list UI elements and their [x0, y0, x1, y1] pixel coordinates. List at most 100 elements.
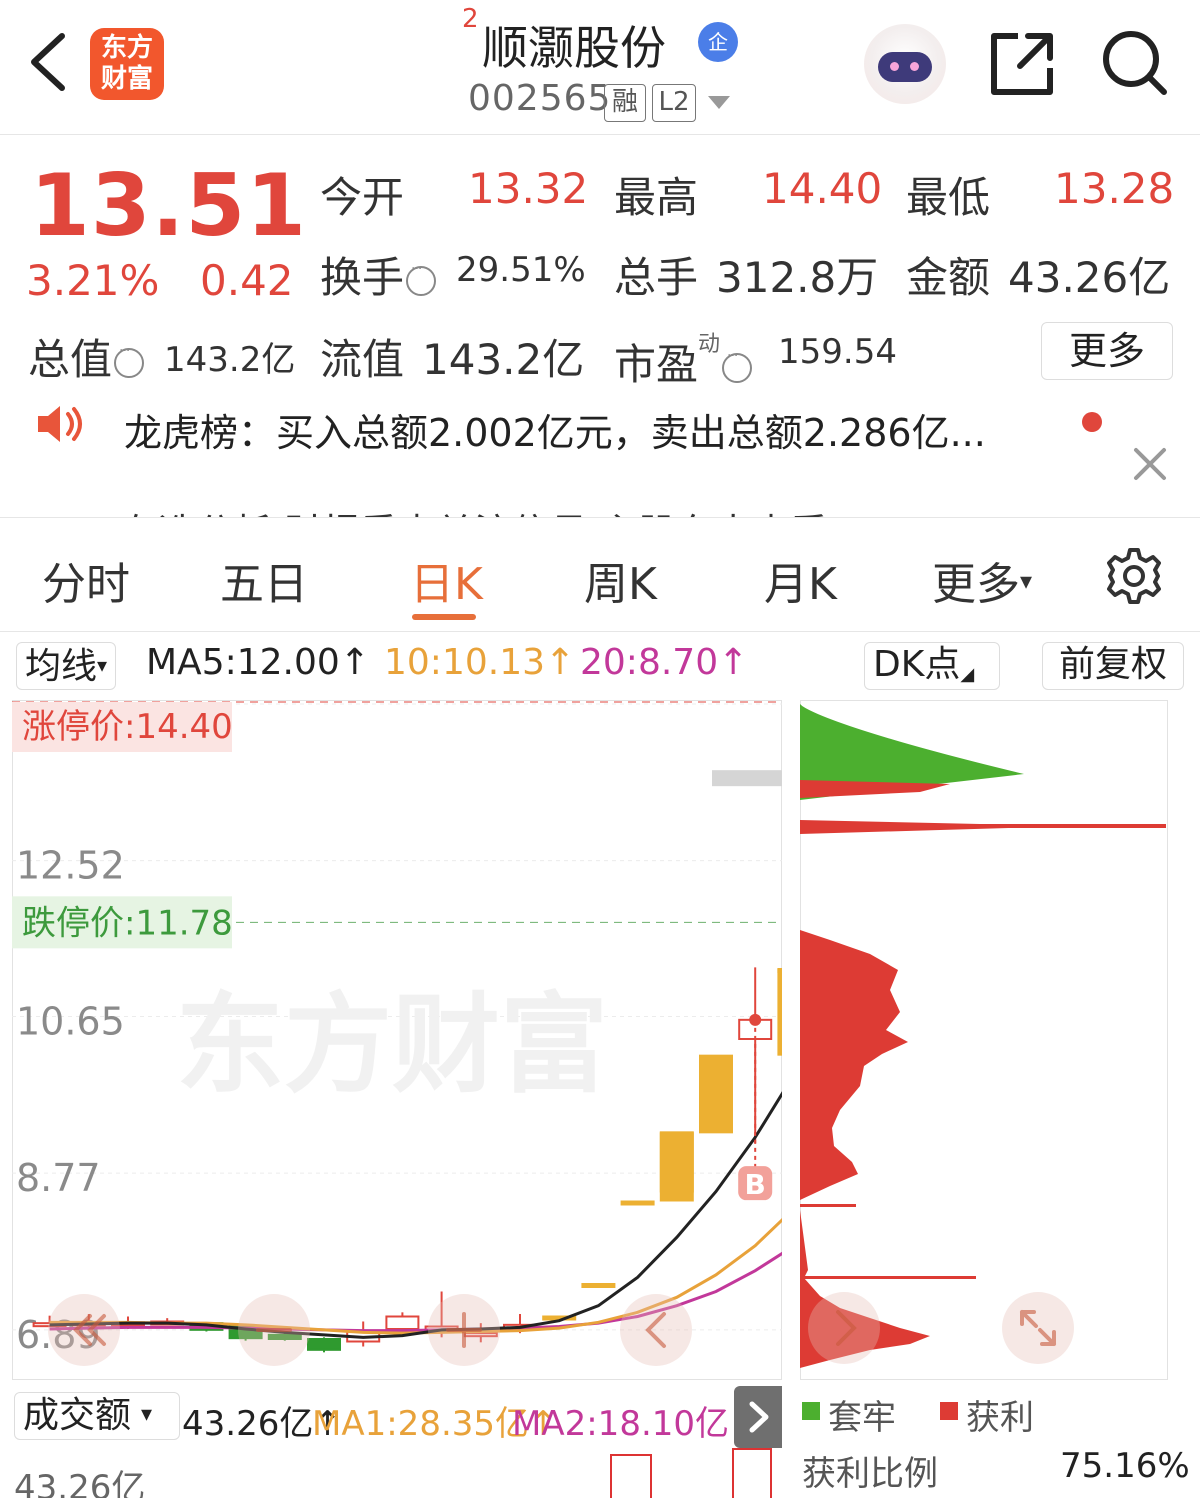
gear-icon[interactable]	[1104, 546, 1164, 606]
news-peek: 在选分析 财报重点关注信号 主股东大事看	[120, 502, 828, 517]
low-label: 最低	[906, 173, 991, 222]
y-tick-label: 8.77	[16, 1156, 101, 1200]
unread-dot	[1082, 412, 1102, 432]
scroll-right-icon[interactable]	[808, 1292, 880, 1364]
info-icon[interactable]	[114, 343, 145, 378]
profit-peak-line	[800, 1276, 976, 1279]
profit-ratio-label: 获利比例	[802, 1454, 938, 1494]
legend-trapped-swatch	[802, 1402, 820, 1420]
chevron-right-icon	[749, 1401, 769, 1433]
info-icon[interactable]	[406, 261, 437, 296]
candle-body	[699, 1055, 733, 1133]
news-headline[interactable]: 龙虎榜：买入总额2.002亿元，卖出总额2.286亿...	[124, 406, 986, 457]
candle-body	[777, 969, 812, 1056]
dk-point-label: DK点	[873, 644, 961, 685]
limit-down-label: 跌停价:11.78	[22, 903, 233, 943]
search-icon[interactable]	[1100, 28, 1170, 98]
ma-dropdown[interactable]: 均线▾	[16, 642, 117, 690]
chevron-left-icon-bg	[620, 1294, 692, 1366]
kline-chart[interactable]: 12.5210.658.776.89东方财富涨停价:14.40跌停价:11.78…	[12, 700, 890, 1380]
low-value: 13.28	[1054, 164, 1175, 213]
chevron-down-icon[interactable]	[708, 96, 730, 109]
enterprise-badge: 企	[698, 22, 738, 62]
mktcap-label-text: 总值	[28, 335, 113, 384]
level2-tag: L2	[652, 84, 696, 122]
profit-ratio-value: 75.16%	[1060, 1446, 1190, 1486]
buy-dot	[749, 1013, 762, 1026]
candle-body	[385, 1315, 420, 1330]
caret-down-icon: ▾	[141, 1402, 153, 1427]
expand-icon[interactable]	[1002, 1292, 1074, 1364]
more-button[interactable]: 更多	[1041, 322, 1173, 380]
volume-bar-item	[610, 1454, 652, 1498]
mktcap-label[interactable]: 总值	[28, 326, 145, 387]
volume-value: 312.8万	[716, 253, 879, 302]
turnover-value: 29.51%	[456, 250, 586, 290]
chip-distribution[interactable]	[800, 700, 1170, 1380]
dk-point-button[interactable]: DK点◢	[864, 642, 1000, 690]
profit-profile	[800, 928, 908, 1200]
stock-name: 顺灏股份	[482, 21, 666, 75]
ma-dropdown-label: 均线	[25, 646, 98, 687]
tab-weekly-k[interactable]: 周K	[584, 548, 657, 612]
profit-peak-line	[800, 1204, 856, 1207]
caret-down-icon: ▾	[97, 653, 108, 677]
zoom-out-icon[interactable]	[238, 1294, 310, 1366]
turnover-label[interactable]: 换手	[320, 244, 437, 305]
pe-sup: 动	[698, 332, 721, 357]
pe-label-text: 市盈	[614, 340, 699, 389]
robot-eye	[890, 62, 899, 71]
speaker-icon	[38, 406, 82, 442]
pe-label[interactable]: 市盈动	[614, 326, 753, 392]
stock-title[interactable]: 2 顺灏股份 企 002565 融 L2	[462, 4, 762, 129]
app-logo[interactable]: 东方财富	[90, 28, 164, 100]
buy-marker: B	[745, 1168, 766, 1201]
candle-body	[307, 1338, 341, 1351]
margin-tag: 融	[604, 84, 646, 122]
mktcap-value: 143.2亿	[164, 340, 296, 380]
current-price-band	[712, 770, 782, 787]
share-icon[interactable]	[988, 28, 1058, 98]
back-icon[interactable]	[26, 30, 70, 94]
caret-down-icon: ▾	[1020, 567, 1033, 595]
adjust-button[interactable]: 前复权	[1042, 642, 1184, 690]
expand-panel-button[interactable]	[734, 1386, 782, 1448]
watermark: 东方财富	[176, 983, 608, 1108]
tab-intraday[interactable]: 分时	[42, 548, 130, 612]
volume-axis-label: 43.26亿	[14, 1468, 146, 1498]
candle-body	[581, 1283, 616, 1288]
tab-more[interactable]: 更多▾	[932, 548, 1032, 612]
legend-profit-swatch	[940, 1402, 958, 1420]
robot-avatar-icon[interactable]	[864, 24, 946, 104]
y-tick-label: 10.65	[16, 1000, 125, 1044]
info-icon[interactable]	[722, 348, 753, 383]
float-label: 流值	[320, 335, 405, 384]
float-value: 143.2亿	[422, 335, 585, 384]
corner-triangle-icon: ◢	[960, 664, 975, 685]
tab-monthly-k[interactable]: 月K	[764, 548, 837, 612]
high-label: 最高	[614, 173, 699, 222]
rewind-icon[interactable]	[48, 1294, 120, 1366]
kline-svg[interactable]: 12.5210.658.776.89东方财富涨停价:14.40跌停价:11.78…	[12, 700, 890, 1380]
tab-daily-k[interactable]: 日K	[410, 548, 483, 612]
legend-profit: 获利	[966, 1398, 1034, 1438]
close-icon[interactable]	[1130, 444, 1170, 484]
zoom-in-icon[interactable]	[428, 1294, 500, 1366]
volume-ma2: MA2:18.10亿↑	[512, 1404, 758, 1444]
tab-more-label: 更多	[932, 559, 1020, 610]
tab-five-day[interactable]: 五日	[220, 548, 308, 612]
title-superscript: 2	[462, 4, 479, 34]
high-value: 14.40	[762, 164, 883, 213]
volume-bar-item	[732, 1448, 772, 1498]
legend-trapped: 套牢	[828, 1398, 896, 1438]
news-ticker[interactable]: 龙虎榜：买入总额2.002亿元，卖出总额2.286亿... 在选分析 财报重点关…	[0, 406, 1200, 518]
last-price: 13.51	[30, 156, 308, 256]
change-amt: 0.42	[200, 256, 294, 305]
robot-face	[878, 52, 932, 82]
open-label: 今开	[320, 173, 405, 222]
chevron-left-icon[interactable]	[620, 1294, 692, 1366]
turnover-label-text: 换手	[320, 253, 405, 302]
volume-dropdown[interactable]: 成交额 ▾	[14, 1392, 180, 1440]
period-tabs: 分时 五日 日K 周K 月K 更多▾	[0, 520, 1200, 632]
header: 东方财富 2 顺灏股份 企 002565 融 L2	[0, 0, 1200, 135]
